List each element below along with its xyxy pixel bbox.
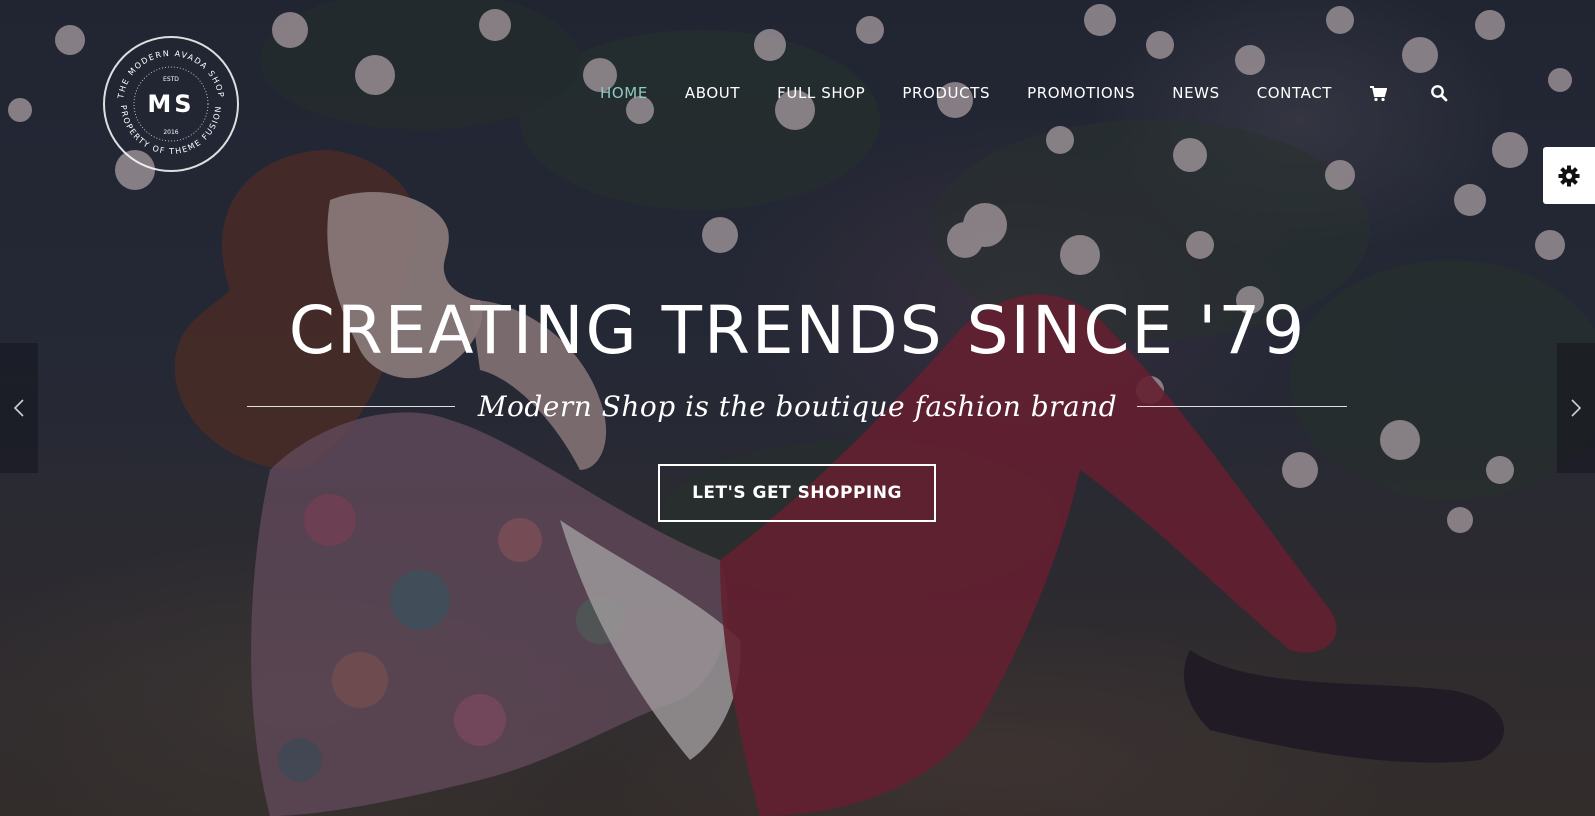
nav-item-news[interactable]: NEWS: [1172, 84, 1219, 102]
site-logo[interactable]: THE MODERN AVADA SHOP PROPERTY OF THEME …: [103, 36, 239, 172]
shop-now-button[interactable]: LET'S GET SHOPPING: [658, 464, 936, 522]
nav-item-about[interactable]: ABOUT: [685, 84, 740, 102]
hero-subtitle: Modern Shop is the boutique fashion bran…: [477, 390, 1118, 423]
settings-toggle-button[interactable]: [1543, 147, 1595, 204]
nav-item-full-shop[interactable]: FULL SHOP: [777, 84, 865, 102]
logo-initials: MS: [147, 90, 194, 118]
nav-item-promotions[interactable]: PROMOTIONS: [1027, 84, 1135, 102]
subtitle-divider-right: [1137, 406, 1347, 407]
logo-year: 2016: [163, 129, 178, 136]
main-nav: HOME ABOUT FULL SHOP PRODUCTS PROMOTIONS…: [600, 82, 1448, 104]
cart-icon[interactable]: [1369, 84, 1388, 102]
gear-icon: [1558, 165, 1580, 186]
nav-item-contact[interactable]: CONTACT: [1257, 84, 1332, 102]
logo-estd: ESTD: [163, 76, 179, 83]
logo-badge: THE MODERN AVADA SHOP PROPERTY OF THEME …: [116, 49, 224, 156]
hero-headline: CREATING TRENDS SINCE '79: [288, 292, 1307, 369]
nav-item-home[interactable]: HOME: [600, 84, 648, 102]
search-icon[interactable]: [1430, 84, 1448, 102]
hero-subtitle-row: Modern Shop is the boutique fashion bran…: [0, 390, 1595, 424]
nav-item-products[interactable]: PRODUCTS: [902, 84, 990, 102]
